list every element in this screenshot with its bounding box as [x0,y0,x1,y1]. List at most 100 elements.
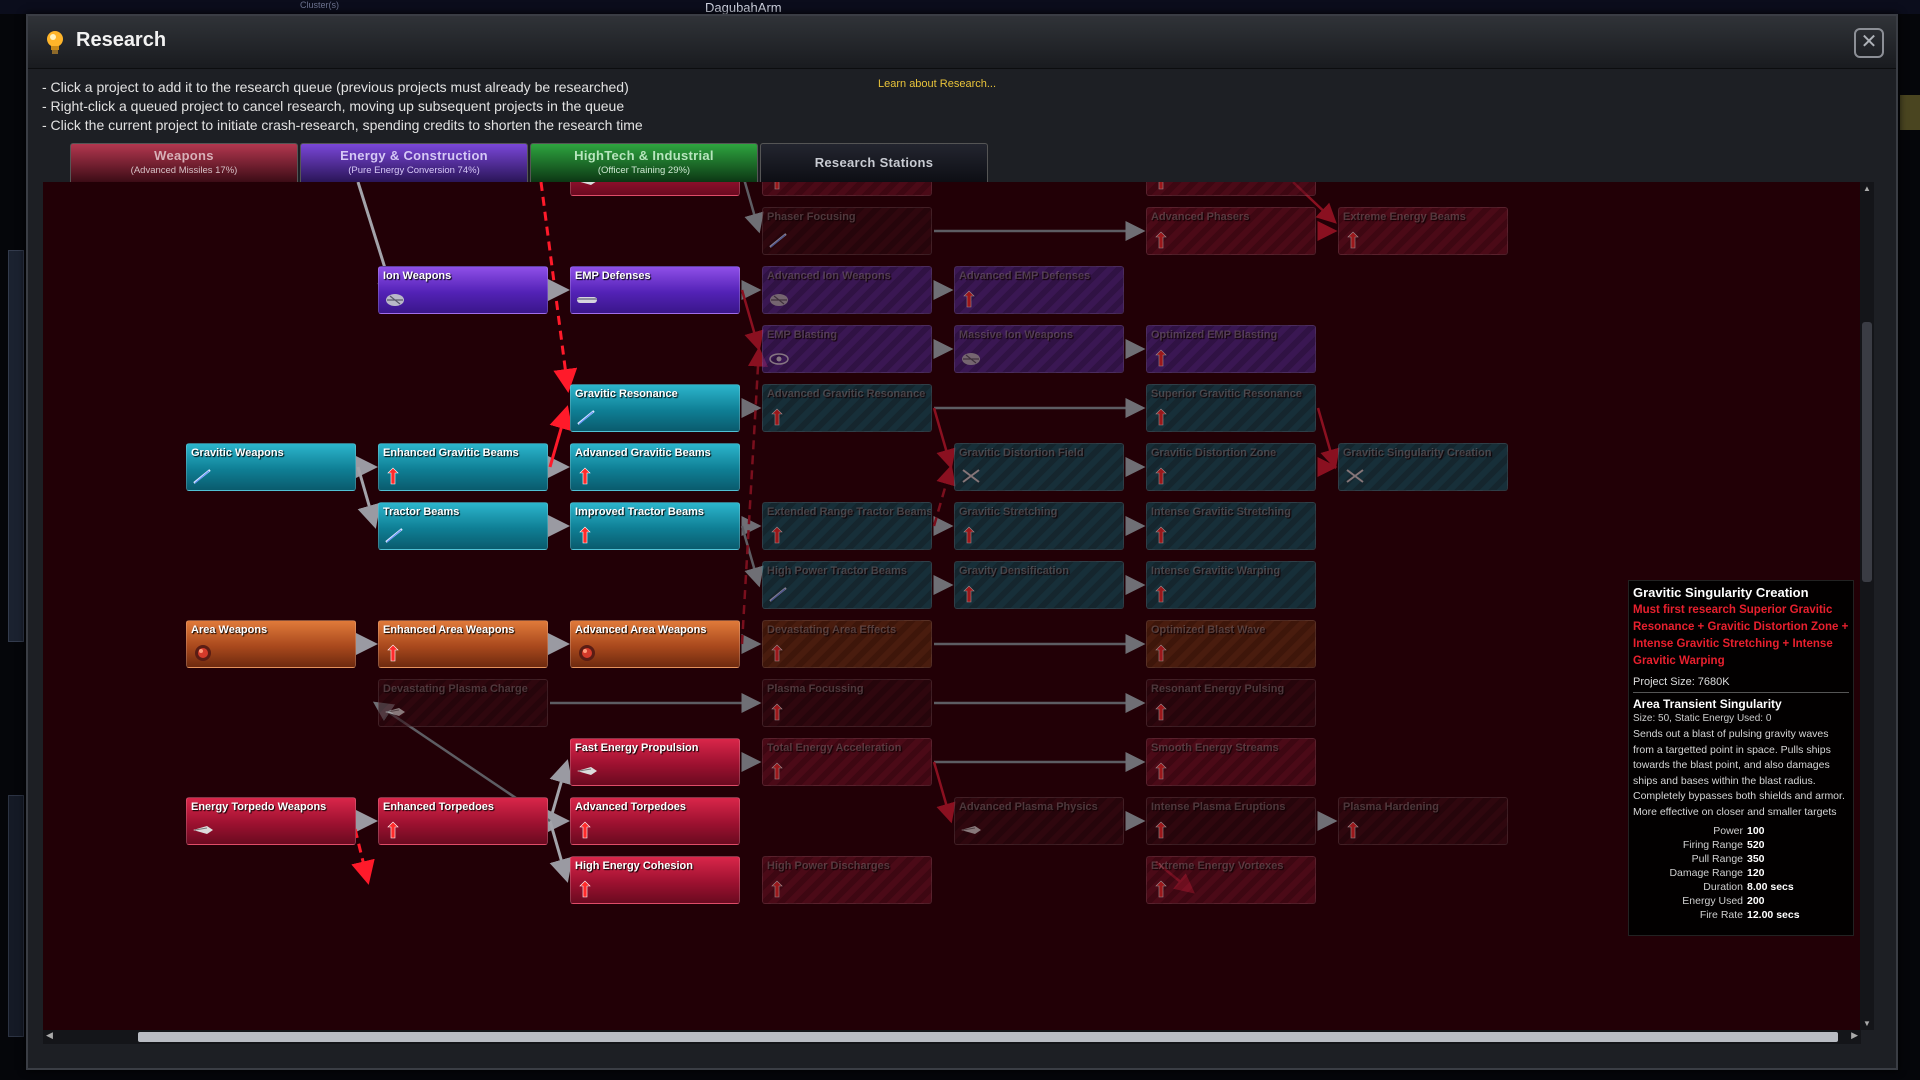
tab-energy-construction[interactable]: Energy & Construction (Pure Energy Conve… [300,143,528,182]
research-node-extreme-energy-beams[interactable]: Extreme Energy Beams [1338,207,1508,255]
learn-about-research-link[interactable]: Learn about Research... [878,78,996,90]
tab-weapons[interactable]: Weapons (Advanced Missiles 17%) [70,143,298,182]
research-node-devastating-plasma-charge[interactable]: Devastating Plasma Charge [378,679,548,727]
research-tree[interactable]: Phaser Focusing Advanced Phasers Extreme E… [43,182,1861,1030]
research-node-fast-energy-propulsion[interactable]: Fast Energy Propulsion [570,738,740,786]
tab-hightech-industrial[interactable]: HighTech & Industrial (Officer Training … [530,143,758,182]
research-node-superior-gravitic-resonance[interactable]: Superior Gravitic Resonance [1146,384,1316,432]
research-node-intense-plasma-eruptions[interactable]: Intense Plasma Eruptions [1146,797,1316,845]
research-node-energy-torpedo-weapons[interactable]: Energy Torpedo Weapons [186,797,356,845]
research-node-advanced-area-weapons[interactable]: Advanced Area Weapons [570,620,740,668]
research-node-gravitic-weapons[interactable]: Gravitic Weapons [186,443,356,491]
research-node-resonant-energy-pulsing[interactable]: Resonant Energy Pulsing [1146,679,1316,727]
research-node-advanced-gravitic-beams[interactable]: Advanced Gravitic Beams [570,443,740,491]
beam-icon [193,469,211,484]
arrow-icon [1155,467,1167,485]
horizontal-scroll-thumb[interactable] [138,1032,1838,1042]
research-node-extended-range-tractor-beams[interactable]: Extended Range Tractor Beams [762,502,932,550]
arrow-icon [579,880,591,898]
connector-line [743,182,764,234]
horizontal-scrollbar[interactable]: ◀ ▶ [43,1030,1861,1044]
research-node-top-col5[interactable] [1146,182,1316,196]
scroll-up-arrow-icon[interactable]: ▲ [1861,184,1873,193]
research-node-advanced-ion-weapons[interactable]: Advanced Ion Weapons [762,266,932,314]
torpedo-icon [385,708,405,716]
research-node-advanced-emp-defenses[interactable]: Advanced EMP Defenses [954,266,1124,314]
research-node-smooth-energy-streams[interactable]: Smooth Energy Streams [1146,738,1316,786]
research-node-plasma-focussing[interactable]: Plasma Focussing [762,679,932,727]
research-node-high-energy-cohesion[interactable]: High Energy Cohesion [570,856,740,904]
research-node-label: Gravity Densification [959,565,1070,577]
arrow-icon [963,526,975,544]
tab-research-stations[interactable]: Research Stations [760,143,988,182]
research-node-gravitic-distortion-zone[interactable]: Gravitic Distortion Zone [1146,443,1316,491]
research-node-label: Gravitic Weapons [191,447,284,459]
research-node-plasma-hardening[interactable]: Plasma Hardening [1338,797,1508,845]
research-node-high-power-discharges[interactable]: High Power Discharges [762,856,932,904]
research-node-label: Devastating Area Effects [767,624,897,636]
research-node-advanced-gravitic-resonance[interactable]: Advanced Gravitic Resonance [762,384,932,432]
research-node-tractor-beams[interactable]: Tractor Beams [378,502,548,550]
research-node-label: Total Energy Acceleration [767,742,902,754]
research-node-devastating-area-effects[interactable]: Devastating Area Effects [762,620,932,668]
research-node-advanced-phasers[interactable]: Advanced Phasers [1146,207,1316,255]
arrow-icon [1155,644,1167,662]
instruction-line: - Right-click a queued project to cancel… [42,98,625,114]
scroll-left-arrow-icon[interactable]: ◀ [46,1030,53,1041]
research-node-advanced-plasma-physics[interactable]: Advanced Plasma Physics [954,797,1124,845]
tooltip-stat-label: Pull Range [1691,853,1743,865]
background-strip [0,0,1920,14]
research-node-phaser-focusing[interactable]: Phaser Focusing [762,207,932,255]
scroll-down-arrow-icon[interactable]: ▼ [1861,1019,1873,1028]
research-node-ion-weapons[interactable]: Ion Weapons [378,266,548,314]
research-node-enhanced-gravitic-beams[interactable]: Enhanced Gravitic Beams [378,443,548,491]
left-hud-panel [8,250,24,642]
research-node-gravitic-resonance[interactable]: Gravitic Resonance [570,384,740,432]
research-node-area-weapons[interactable]: Area Weapons [186,620,356,668]
area-icon [195,645,211,661]
vertical-scroll-thumb[interactable] [1862,322,1872,582]
research-node-intense-gravitic-warping[interactable]: Intense Gravitic Warping [1146,561,1316,609]
research-node-enhanced-area-weapons[interactable]: Enhanced Area Weapons [378,620,548,668]
research-node-extreme-energy-vortexes[interactable]: Extreme Energy Vortexes [1146,856,1316,904]
research-node-label: Enhanced Area Weapons [383,624,515,636]
research-node-advanced-torpedoes[interactable]: Advanced Torpedoes [570,797,740,845]
research-node-label: Area Weapons [191,624,268,636]
research-node-label: Gravitic Resonance [575,388,678,400]
research-node-emp-blasting[interactable]: EMP Blasting [762,325,932,373]
research-node-optimized-blast-wave[interactable]: Optimized Blast Wave [1146,620,1316,668]
close-button[interactable]: ✕ [1854,28,1884,58]
research-node-top-col3[interactable] [762,182,932,196]
tooltip-stat-row: Fire Rate 12.00 secs [1633,908,1849,922]
vertical-scrollbar[interactable]: ▲ ▼ [1860,182,1874,1030]
research-node-emp-defenses[interactable]: EMP Defenses [570,266,740,314]
scroll-right-arrow-icon[interactable]: ▶ [1851,1030,1858,1041]
research-node-gravity-densification[interactable]: Gravity Densification [954,561,1124,609]
research-node-top-red[interactable] [570,182,740,196]
arrow-icon [771,762,783,780]
arrow-icon [963,585,975,603]
connector-line [356,466,381,529]
tooltip-stat-row: Pull Range 350 [1633,852,1849,866]
research-node-massive-ion-weapons[interactable]: Massive Ion Weapons [954,325,1124,373]
arrow-icon [1155,703,1167,721]
torpedo-icon [580,182,596,185]
research-node-gravitic-stretching[interactable]: Gravitic Stretching [954,502,1124,550]
research-node-intense-gravitic-stretching[interactable]: Intense Gravitic Stretching [1146,502,1316,550]
research-node-optimized-emp-blasting[interactable]: Optimized EMP Blasting [1146,325,1316,373]
research-node-improved-tractor-beams[interactable]: Improved Tractor Beams [570,502,740,550]
research-node-high-power-tractor-beams[interactable]: High Power Tractor Beams [762,561,932,609]
research-node-enhanced-torpedoes[interactable]: Enhanced Torpedoes [378,797,548,845]
research-node-label: Advanced Area Weapons [575,624,707,636]
research-node-gravitic-singularity-creation[interactable]: Gravitic Singularity Creation [1338,443,1508,491]
research-node-label: Advanced Gravitic Resonance [767,388,926,400]
window-title: Research [76,29,167,51]
arrow-icon [387,821,399,839]
research-node-label: Plasma Hardening [1343,801,1439,813]
research-node-label: Advanced Plasma Physics [959,801,1098,813]
arrow-icon [1155,821,1167,839]
research-node-gravitic-distortion-field[interactable]: Gravitic Distortion Field [954,443,1124,491]
torpedo-icon [961,826,981,834]
cross-icon [962,469,980,483]
research-node-total-energy-acceleration[interactable]: Total Energy Acceleration [762,738,932,786]
